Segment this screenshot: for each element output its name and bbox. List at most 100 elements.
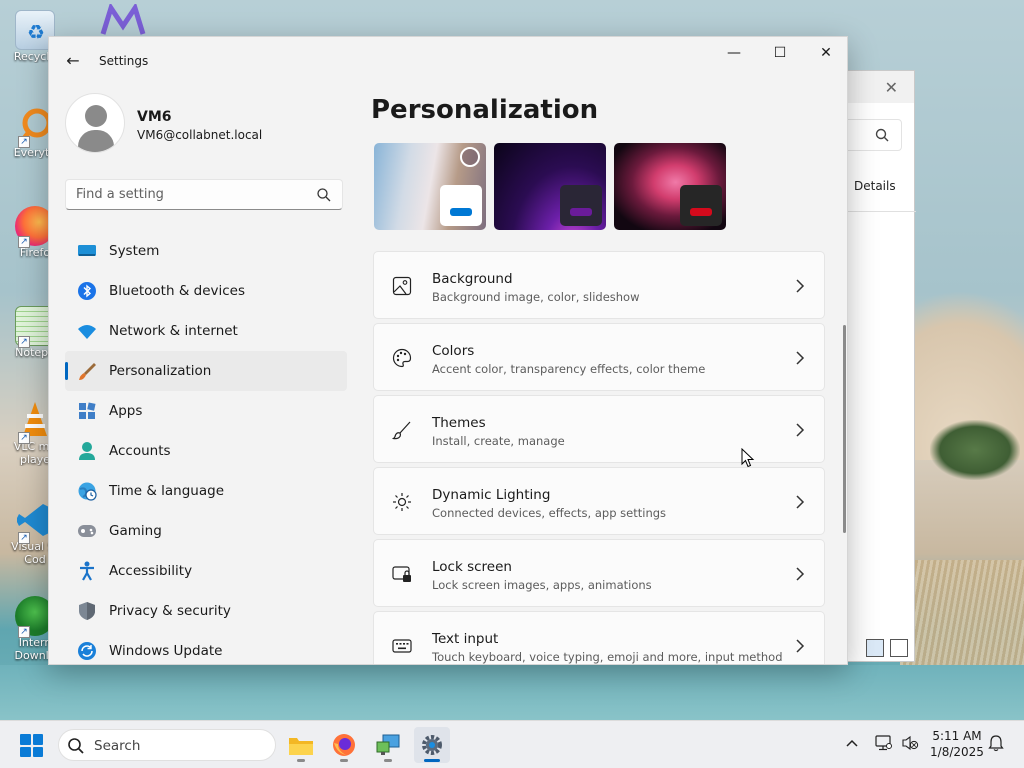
speaker-muted-icon xyxy=(902,735,919,751)
sidebar-item-time-language[interactable]: Time & language xyxy=(65,471,347,511)
show-hidden-icons-button[interactable] xyxy=(840,731,864,755)
vertical-scrollbar[interactable] xyxy=(843,325,846,533)
sidebar-item-system[interactable]: System xyxy=(65,231,347,271)
sidebar-item-personalization[interactable]: Personalization xyxy=(65,351,347,391)
shortcut-arrow-icon: ↗ xyxy=(18,432,30,444)
page-title: Personalization xyxy=(371,95,599,125)
volume-tray-icon-button[interactable] xyxy=(898,731,922,755)
sidebar-item-bluetooth[interactable]: Bluetooth & devices xyxy=(65,271,347,311)
avatar-head-icon xyxy=(85,105,107,127)
desktop-wallpaper-water xyxy=(0,665,1024,720)
start-button[interactable] xyxy=(20,734,43,757)
card-title: Themes xyxy=(432,415,486,431)
card-title: Background xyxy=(432,271,513,287)
shield-icon xyxy=(77,601,97,621)
search-icon xyxy=(875,128,889,142)
settings-titlebar: ← Settings — ☐ ✕ xyxy=(49,37,847,85)
chevron-right-icon xyxy=(796,279,805,293)
bell-icon xyxy=(988,735,1004,752)
image-icon xyxy=(392,276,412,296)
keyboard-icon xyxy=(392,639,412,653)
card-subtitle: Connected devices, effects, app settings xyxy=(432,506,667,520)
shortcut-arrow-icon: ↗ xyxy=(18,236,30,248)
sidebar-nav: System Bluetooth & devices Network & int… xyxy=(65,231,347,664)
close-button[interactable]: ✕ xyxy=(803,37,847,69)
sidebar-item-windows-update[interactable]: Windows Update xyxy=(65,631,347,664)
card-title: Colors xyxy=(432,343,475,359)
person-icon xyxy=(77,441,97,461)
theme-windows-light[interactable] xyxy=(374,143,486,230)
sidebar-item-label: Network & internet xyxy=(109,323,238,339)
theme-windows-dark-glow[interactable] xyxy=(494,143,606,230)
card-text-input[interactable]: Text input Touch keyboard, voice typing,… xyxy=(373,611,825,664)
apps-icon xyxy=(77,401,97,421)
card-lock-screen[interactable]: Lock screen Lock screen images, apps, an… xyxy=(373,539,825,607)
taskbar-clock[interactable]: 5:11 AM 1/8/2025 xyxy=(928,728,986,760)
sidebar-item-label: System xyxy=(109,243,160,259)
card-subtitle: Background image, color, slideshow xyxy=(432,290,640,304)
clock-time: 5:11 AM xyxy=(932,729,982,743)
sidebar-item-gaming[interactable]: Gaming xyxy=(65,511,347,551)
chevron-right-icon xyxy=(796,567,805,581)
theme-preview-chip xyxy=(440,185,482,226)
taskbar-remote-desktop[interactable] xyxy=(370,727,406,763)
taskbar-settings[interactable] xyxy=(414,727,450,763)
background-window-close-icon[interactable]: ✕ xyxy=(885,78,898,97)
firefox-icon xyxy=(333,734,355,756)
sidebar-item-accounts[interactable]: Accounts xyxy=(65,431,347,471)
details-pane-label[interactable]: Details xyxy=(854,179,896,193)
gamepad-icon xyxy=(77,521,97,541)
card-title: Text input xyxy=(432,631,499,647)
sidebar-item-apps[interactable]: Apps xyxy=(65,391,347,431)
card-subtitle: Touch keyboard, voice typing, emoji and … xyxy=(432,650,783,664)
avatar-body-icon xyxy=(78,130,114,152)
divider xyxy=(836,211,916,212)
details-view-icon[interactable] xyxy=(866,639,884,657)
card-subtitle: Accent color, transparency effects, colo… xyxy=(432,362,706,376)
svg-text:♻: ♻ xyxy=(27,20,45,44)
card-themes[interactable]: Themes Install, create, manage xyxy=(373,395,825,463)
find-setting-input[interactable] xyxy=(66,180,306,209)
sidebar-item-privacy-security[interactable]: Privacy & security xyxy=(65,591,347,631)
tiles-view-icon[interactable] xyxy=(890,639,908,657)
card-colors[interactable]: Colors Accent color, transparency effect… xyxy=(373,323,825,391)
sidebar-item-label: Apps xyxy=(109,403,143,419)
settings-window: ← Settings — ☐ ✕ VM6 VM6@collabnet.local… xyxy=(48,36,848,665)
notifications-button[interactable] xyxy=(984,731,1008,755)
back-arrow-icon[interactable]: ← xyxy=(63,51,83,71)
taskbar-firefox[interactable] xyxy=(326,727,362,763)
theme-gallery xyxy=(374,143,726,230)
sidebar-item-accessibility[interactable]: Accessibility xyxy=(65,551,347,591)
sidebar-item-label: Accounts xyxy=(109,443,171,459)
sidebar-item-label: Time & language xyxy=(109,483,225,499)
accessibility-icon xyxy=(77,561,97,581)
shortcut-arrow-icon: ↗ xyxy=(18,626,30,638)
brush-icon xyxy=(77,361,97,381)
desktop-wallpaper-tree xyxy=(930,420,1020,480)
chevron-right-icon xyxy=(796,351,805,365)
taskbar-file-explorer[interactable] xyxy=(283,727,319,763)
taskbar-search-label: Search xyxy=(94,738,141,754)
sidebar-item-network[interactable]: Network & internet xyxy=(65,311,347,351)
globe-clock-icon xyxy=(77,481,97,501)
find-setting-box[interactable] xyxy=(65,179,343,210)
chevron-up-icon xyxy=(846,739,858,747)
card-title: Lock screen xyxy=(432,559,512,575)
minimize-button[interactable]: — xyxy=(711,37,757,69)
card-dynamic-lighting[interactable]: Dynamic Lighting Connected devices, effe… xyxy=(373,467,825,535)
desktop-wallpaper-grass xyxy=(900,560,1024,670)
search-icon[interactable] xyxy=(316,187,332,203)
theme-flower-dark[interactable] xyxy=(614,143,726,230)
palette-icon xyxy=(392,348,412,368)
sidebar-item-label: Privacy & security xyxy=(109,603,231,619)
network-tray-icon-button[interactable] xyxy=(872,731,896,755)
maximize-button[interactable]: ☐ xyxy=(757,37,803,69)
lock-screen-icon xyxy=(392,566,411,582)
shortcut-arrow-icon: ↗ xyxy=(18,532,30,544)
shortcut-arrow-icon: ↗ xyxy=(18,336,30,348)
taskbar-search[interactable]: Search xyxy=(58,729,276,761)
card-background[interactable]: Background Background image, color, slid… xyxy=(373,251,825,319)
user-profile[interactable]: VM6 VM6@collabnet.local xyxy=(65,93,345,157)
network-monitor-icon xyxy=(875,735,892,751)
avatar[interactable] xyxy=(65,93,125,153)
